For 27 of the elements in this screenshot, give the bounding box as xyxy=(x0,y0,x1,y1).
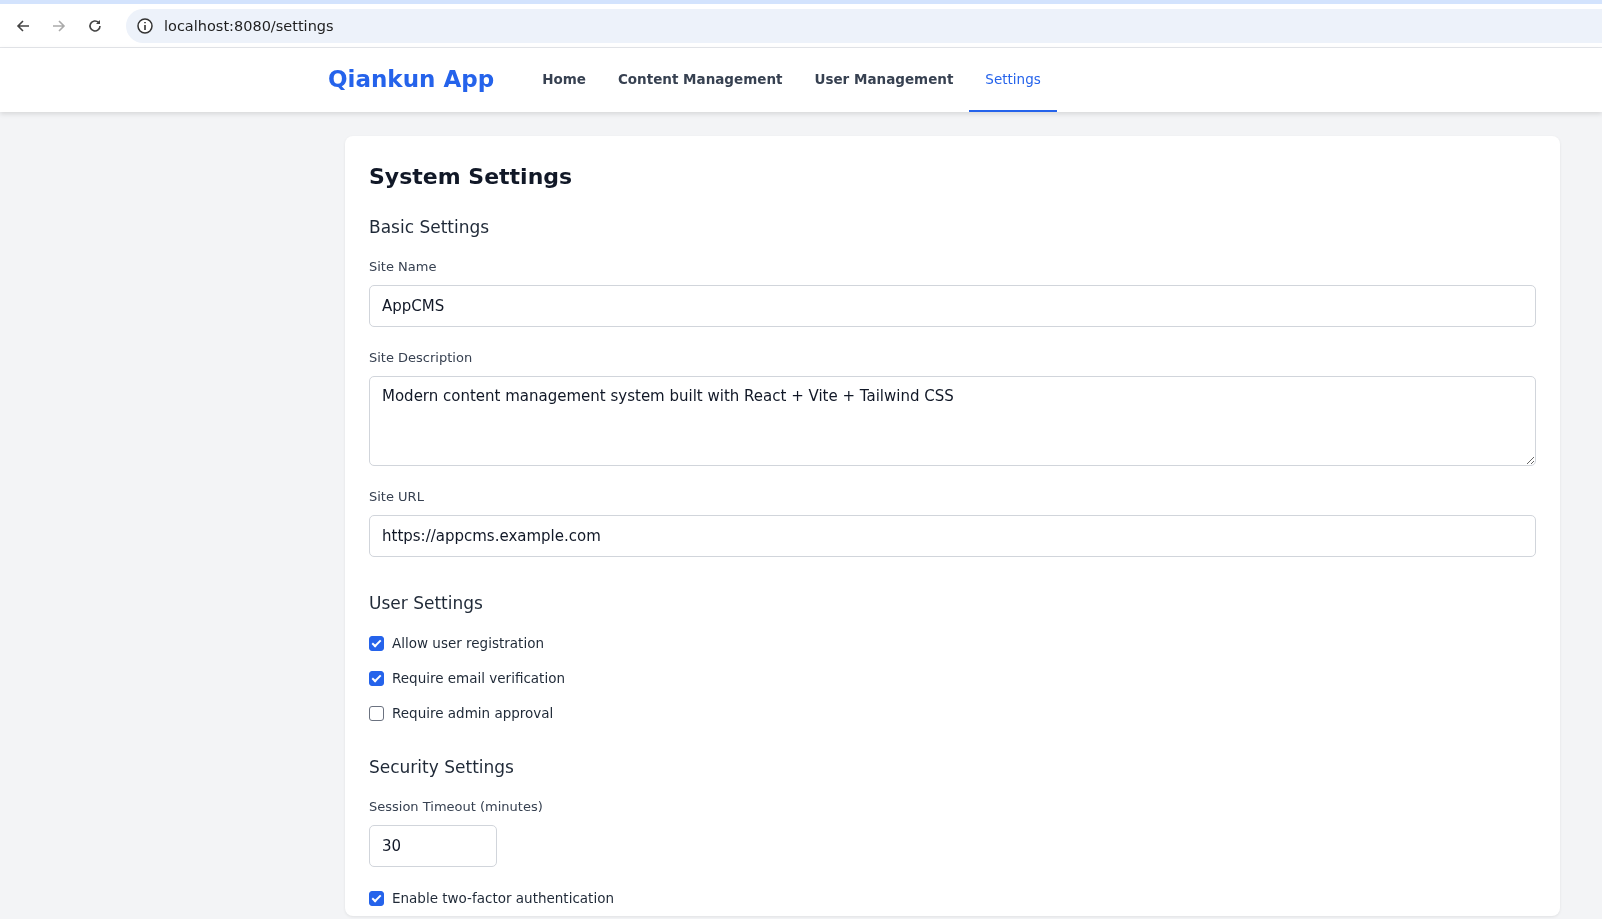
section-heading: User Settings xyxy=(369,593,484,613)
checkbox-label: Require admin approval xyxy=(392,705,554,721)
nav-tab[interactable]: Content Management xyxy=(601,48,799,112)
section-heading: Basic Settings xyxy=(369,217,491,237)
url-text: localhost:8080/settings xyxy=(164,17,334,34)
input-field[interactable]: https://appcms.example.com xyxy=(369,515,1536,557)
nav-tab[interactable]: Home xyxy=(526,48,602,112)
field-label: Site Name xyxy=(369,259,438,274)
page-title: System Settings xyxy=(369,164,574,189)
checkbox-label: Enable two-factor authentication xyxy=(392,890,614,906)
app-brand[interactable]: Qiankun App xyxy=(328,66,495,94)
input-field[interactable]: AppCMS xyxy=(369,285,1536,327)
field-label: Session Timeout (minutes) xyxy=(369,799,544,814)
checkbox-label: Allow user registration xyxy=(392,635,544,651)
checkbox[interactable] xyxy=(369,635,384,651)
field-label: Site Description xyxy=(369,350,474,365)
input-field[interactable]: 30 xyxy=(369,825,497,867)
nav-tab[interactable]: Settings xyxy=(969,48,1057,112)
checkbox-label: Require email verification xyxy=(392,670,565,686)
checkbox[interactable] xyxy=(369,890,384,906)
nav-tab[interactable]: User Management xyxy=(798,48,970,112)
address-bar[interactable]: localhost:8080/settings xyxy=(126,8,1602,43)
checkbox[interactable] xyxy=(369,705,384,721)
text-area[interactable]: Modern content management system built with React + Vite + Tailwind CSS xyxy=(369,376,1536,466)
section-heading: Security Settings xyxy=(369,757,515,777)
field-label: Site URL xyxy=(369,489,425,504)
checkbox[interactable] xyxy=(369,670,384,686)
